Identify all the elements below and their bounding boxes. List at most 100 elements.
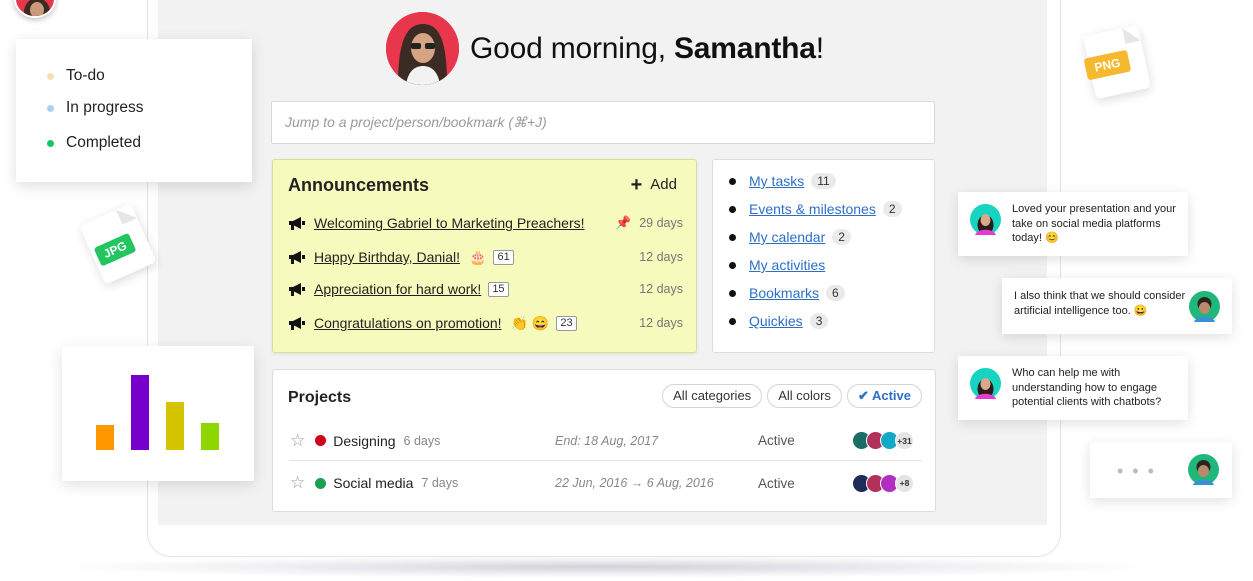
announcement-item: Appreciation for hard work! 15 12 days bbox=[288, 278, 683, 300]
bullet-icon bbox=[729, 233, 736, 241]
chart-bar bbox=[201, 423, 219, 450]
device-shadow bbox=[60, 556, 1150, 578]
quick-link-item: My calendar 2 bbox=[729, 229, 851, 245]
quick-link[interactable]: Quickies bbox=[749, 313, 803, 329]
star-icon[interactable]: ☆ bbox=[290, 431, 305, 451]
bullet-icon bbox=[729, 177, 736, 185]
quick-link-item: My activities bbox=[729, 257, 825, 273]
days-label: 29 days bbox=[639, 216, 683, 230]
reaction-count: 61 bbox=[493, 249, 514, 265]
filter-active[interactable]: ✔ Active bbox=[846, 384, 922, 408]
png-file-icon: PNG bbox=[1082, 24, 1152, 100]
quick-link[interactable]: My calendar bbox=[749, 229, 825, 245]
filter-all-categories[interactable]: All categories bbox=[662, 384, 763, 408]
count-badge: 2 bbox=[882, 201, 902, 217]
quick-link-item: Bookmarks 6 bbox=[729, 285, 845, 301]
project-name[interactable]: Designing bbox=[333, 433, 395, 449]
megaphone-icon bbox=[288, 316, 305, 330]
announcement-link[interactable]: Congratulations on promotion! bbox=[314, 315, 502, 331]
greeting-suffix: ! bbox=[815, 32, 824, 65]
typing-indicator: • • • bbox=[1090, 442, 1232, 498]
project-members[interactable]: +31 bbox=[852, 431, 914, 450]
announcement-link[interactable]: Welcoming Gabriel to Marketing Preachers… bbox=[314, 215, 585, 231]
quick-link-item: My tasks 11 bbox=[729, 173, 836, 189]
chart-bar bbox=[96, 425, 114, 450]
legend-label: Completed bbox=[66, 134, 141, 151]
jpg-label: JPG bbox=[93, 232, 137, 267]
status-dot bbox=[47, 139, 54, 147]
png-label: PNG bbox=[1083, 49, 1132, 81]
announcement-age: 📌 29 days bbox=[615, 215, 683, 231]
plus-icon: + bbox=[630, 173, 643, 196]
project-color-dot bbox=[315, 477, 327, 489]
megaphone-icon bbox=[288, 250, 305, 264]
count-badge: 11 bbox=[811, 173, 836, 189]
project-row[interactable]: ☆ Designing 6 days End: 18 Aug, 2017 Active +… bbox=[290, 421, 922, 461]
legend-label: In progress bbox=[66, 99, 144, 116]
search-placeholder: Jump to a project/person/bookmark (⌘+J) bbox=[285, 114, 547, 130]
project-dates: 22 Jun, 2016 → 6 Aug, 2016 bbox=[555, 476, 714, 490]
announcements-title: Announcements bbox=[288, 175, 430, 195]
chat-text: Who can help me with understanding how t… bbox=[1012, 367, 1162, 408]
count-badge: 2 bbox=[832, 229, 851, 245]
project-status: Active bbox=[758, 475, 795, 491]
announcement-item: Welcoming Gabriel to Marketing Preachers… bbox=[288, 212, 683, 234]
project-duration: 6 days bbox=[403, 433, 441, 448]
add-announcement-button[interactable]: + Add bbox=[630, 173, 677, 196]
bar-chart-card bbox=[62, 346, 254, 481]
announcement-link[interactable]: Happy Birthday, Danial! bbox=[314, 249, 460, 265]
bullet-icon bbox=[729, 205, 736, 213]
status-dot bbox=[47, 104, 54, 112]
quick-link[interactable]: My activities bbox=[749, 257, 825, 273]
user-avatar[interactable] bbox=[386, 12, 459, 85]
projects-title: Projects bbox=[288, 389, 352, 406]
days-label: 12 days bbox=[639, 282, 683, 296]
reaction-count: 15 bbox=[488, 281, 509, 297]
emoji-reaction[interactable]: 🎂 bbox=[469, 249, 486, 266]
announcement-age: 12 days bbox=[639, 282, 683, 296]
star-icon[interactable]: ☆ bbox=[290, 473, 305, 493]
chat-message: I also think that we should consider art… bbox=[1002, 278, 1232, 334]
jpg-file-icon: JPG bbox=[79, 203, 157, 285]
project-color-dot bbox=[315, 435, 327, 446]
chart-bar bbox=[166, 402, 184, 450]
bar-chart bbox=[96, 375, 219, 450]
typing-dots: • • • bbox=[1117, 461, 1156, 481]
megaphone-icon bbox=[288, 282, 305, 296]
announcement-link[interactable]: Appreciation for hard work! bbox=[314, 281, 481, 297]
announcement-age: 12 days bbox=[639, 250, 683, 264]
quick-link-item: Quickies 3 bbox=[729, 313, 829, 329]
quick-link[interactable]: My tasks bbox=[749, 173, 804, 189]
chart-bar bbox=[131, 375, 149, 450]
emoji-reaction[interactable]: 👏 😄 bbox=[511, 315, 550, 332]
legend-item-completed: Completed bbox=[47, 134, 141, 152]
legend-item-in-progress: In progress bbox=[47, 99, 144, 117]
filter-all-colors[interactable]: All colors bbox=[767, 384, 842, 408]
chat-text: Loved your presentation and your take on… bbox=[1012, 203, 1176, 244]
quick-link[interactable]: Events & milestones bbox=[749, 201, 876, 217]
announcement-age: 12 days bbox=[639, 316, 683, 330]
bullet-icon bbox=[729, 261, 736, 269]
more-members-badge: +8 bbox=[895, 473, 914, 493]
legend-label: To-do bbox=[66, 67, 105, 84]
greeting-prefix: Good morning, bbox=[470, 32, 674, 65]
search-input[interactable]: Jump to a project/person/bookmark (⌘+J) bbox=[271, 101, 935, 144]
project-row[interactable]: ☆ Social media 7 days 22 Jun, 2016 → 6 Aug,… bbox=[290, 463, 922, 503]
reaction-count: 23 bbox=[556, 315, 577, 331]
announcements-panel: Announcements + Add Welcoming Gabriel to… bbox=[272, 159, 697, 353]
avatar bbox=[970, 204, 1001, 235]
avatar bbox=[970, 368, 1001, 399]
status-dot bbox=[47, 72, 54, 80]
quick-link[interactable]: Bookmarks bbox=[749, 285, 819, 301]
greeting-heading: Good morning, Samantha! bbox=[470, 32, 824, 66]
days-label: 12 days bbox=[639, 250, 683, 264]
user-name: Samantha bbox=[673, 32, 816, 65]
pin-icon[interactable]: 📌 bbox=[615, 215, 631, 231]
project-name[interactable]: Social media bbox=[333, 475, 413, 491]
announcement-item: Happy Birthday, Danial! 🎂 61 12 days bbox=[288, 246, 683, 268]
more-members-badge: +31 bbox=[895, 431, 914, 450]
project-members[interactable]: +8 bbox=[852, 473, 914, 493]
legend-item-todo: To-do bbox=[47, 67, 105, 85]
chat-message: Who can help me with understanding how t… bbox=[958, 356, 1188, 420]
quick-link-item: Events & milestones 2 bbox=[729, 201, 902, 217]
